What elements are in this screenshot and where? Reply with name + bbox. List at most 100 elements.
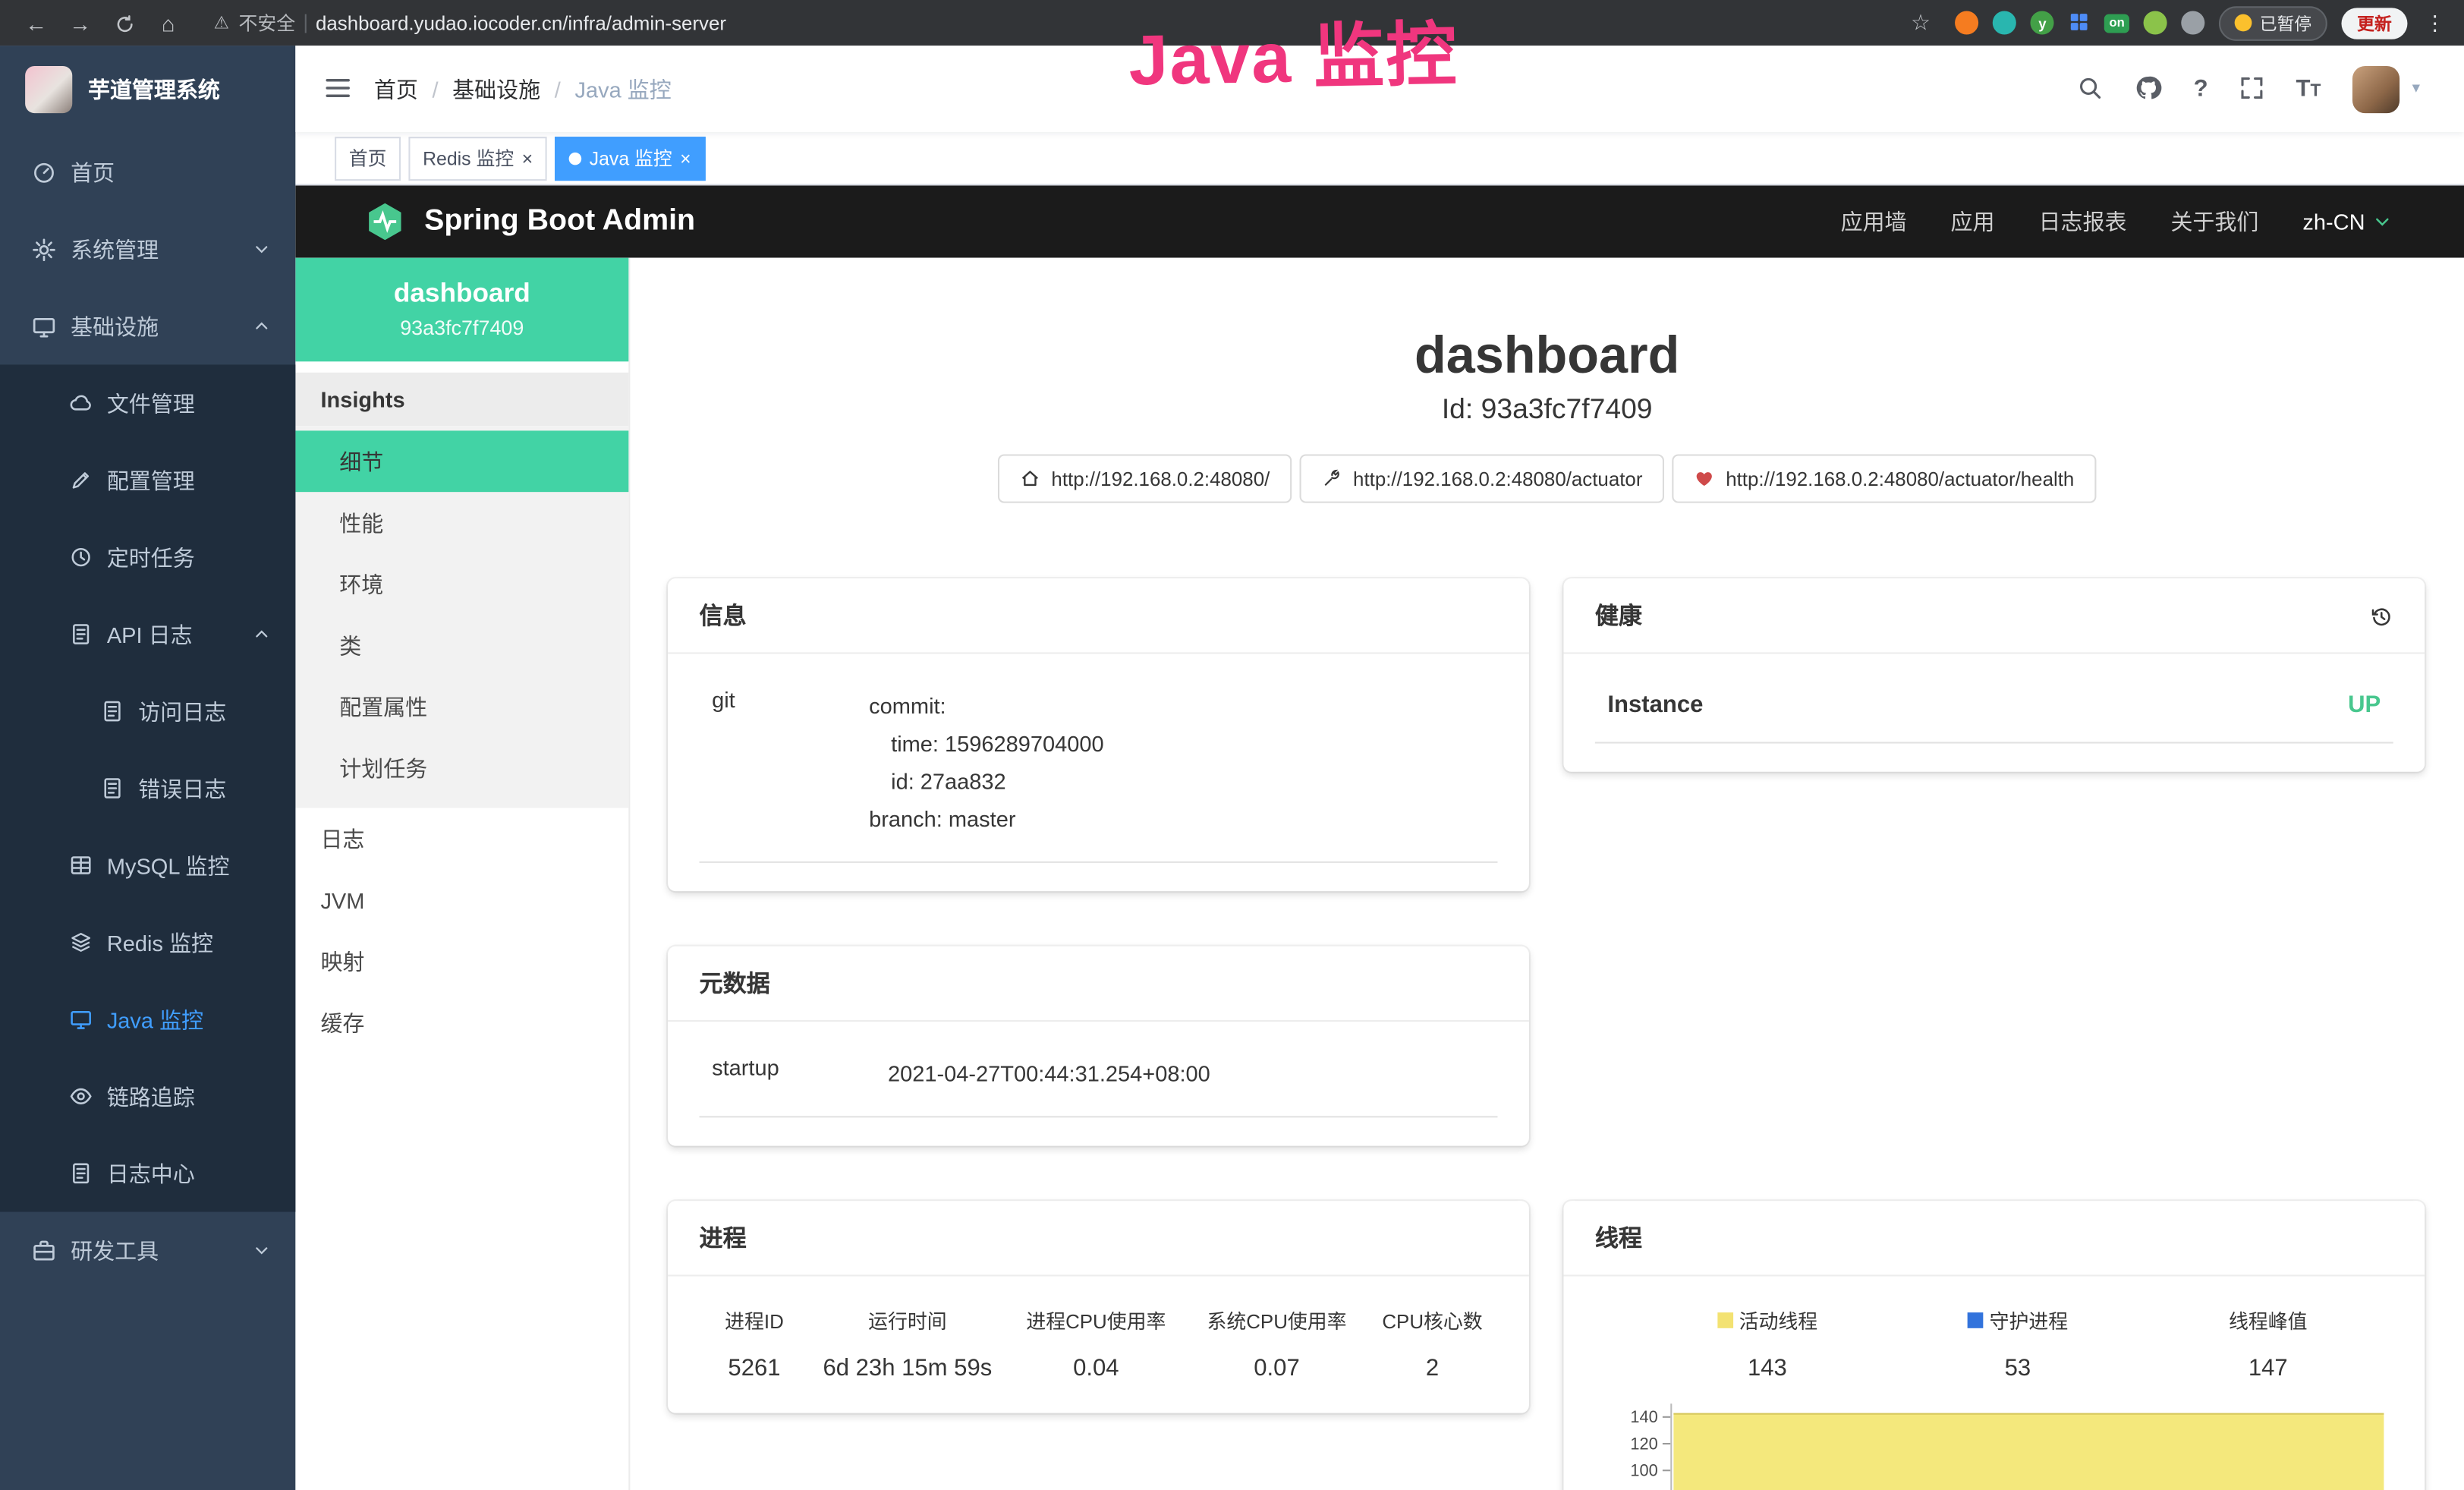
sidebar-item-tracing[interactable]: 链路追踪	[0, 1058, 295, 1135]
metadata-value: 2021-04-27T00:44:31.254+08:00	[888, 1055, 1485, 1093]
spring-boot-admin: Spring Boot Admin 应用墙 应用 日志报表 关于我们 zh-CN	[295, 185, 2464, 1490]
search-icon[interactable]	[2077, 74, 2102, 102]
instance-header: dashboard 93a3fc7f7409	[295, 258, 628, 362]
page-title: dashboard	[630, 324, 2464, 387]
service-url-button[interactable]: http://192.168.0.2:48080/	[998, 454, 1292, 502]
sidebar-item-label: 基础设施	[71, 310, 159, 342]
threads-card: 线程 活动线程 143 守护进程	[1563, 1201, 2425, 1490]
sba-logo-icon	[364, 201, 405, 242]
browser-toolbar: ← → ⌂ ⚠ 不安全 dashboard.yudao.iocoder.cn/i…	[0, 0, 2464, 46]
sidebar-item-config-mgmt[interactable]: 配置管理	[0, 442, 295, 518]
sidebar-item-java-monitor[interactable]: Java 监控	[0, 981, 295, 1057]
sba-item-config-props[interactable]: 配置属性	[295, 676, 628, 737]
sba-item-jvm[interactable]: JVM	[295, 869, 628, 931]
github-icon[interactable]	[2134, 74, 2162, 103]
instance-id: 93a3fc7f7409	[311, 316, 613, 339]
peak-threads-value: 147	[2143, 1355, 2393, 1381]
address-bar[interactable]: ⚠ 不安全 dashboard.yudao.iocoder.cn/infra/a…	[214, 9, 1897, 36]
tags-view-bar: 首页 Redis 监控 × Java 监控 ×	[295, 132, 2464, 185]
forward-icon[interactable]: →	[60, 10, 101, 35]
active-tab-dot	[569, 152, 582, 165]
sidebar-item-label: 研发工具	[71, 1235, 159, 1266]
sba-nav-journal[interactable]: 日志报表	[2038, 206, 2126, 237]
grid-extension-icon[interactable]	[2069, 8, 2091, 36]
smiley-icon	[2235, 14, 2252, 32]
sidebar-item-system-mgmt[interactable]: 系统管理	[0, 210, 295, 287]
breadcrumb-infrastructure[interactable]: 基础设施	[452, 73, 540, 104]
health-card: 健康 Instance UP	[1563, 578, 2425, 772]
chevron-up-icon	[253, 625, 270, 643]
sba-item-environment[interactable]: 环境	[295, 553, 628, 615]
back-icon[interactable]: ←	[16, 10, 57, 35]
paused-badge[interactable]: 已暂停	[2219, 5, 2327, 40]
uptime-value: 6d 23h 15m 59s	[809, 1355, 1005, 1381]
app-logo[interactable]: 芋道管理系统	[0, 46, 295, 134]
toggle-on-extension-icon[interactable]: on	[2104, 14, 2129, 33]
browser-home-icon[interactable]: ⌂	[148, 10, 189, 35]
close-icon[interactable]: ×	[522, 147, 533, 169]
language-selector[interactable]: zh-CN	[2302, 209, 2391, 234]
sidebar-item-access-logs[interactable]: 访问日志	[0, 673, 295, 749]
tab-java-monitor[interactable]: Java 监控 ×	[555, 136, 705, 180]
sidebar-item-mysql-monitor[interactable]: MySQL 监控	[0, 827, 295, 903]
sba-nav-about[interactable]: 关于我们	[2170, 206, 2258, 237]
tab-redis-monitor[interactable]: Redis 监控 ×	[408, 136, 546, 180]
sba-item-beans[interactable]: 类	[295, 615, 628, 676]
update-button[interactable]: 更新	[2341, 7, 2407, 38]
wrench-icon	[1322, 468, 1342, 489]
health-url-button[interactable]: http://192.168.0.2:48080/actuator/health	[1673, 454, 2097, 502]
user-avatar[interactable]	[2352, 65, 2399, 112]
sidebar-item-infrastructure[interactable]: 基础设施	[0, 288, 295, 364]
sidebar-item-log-center[interactable]: 日志中心	[0, 1135, 295, 1211]
avatar-caret-icon[interactable]: ▾	[2412, 80, 2420, 98]
lion-extension-icon[interactable]	[1956, 11, 1979, 34]
monitor-icon	[31, 313, 56, 339]
bookmark-star-icon[interactable]: ☆	[1900, 9, 1941, 36]
tab-home[interactable]: 首页	[335, 136, 401, 180]
drop-extension-icon[interactable]	[1993, 11, 2016, 34]
sidebar-item-home[interactable]: 首页	[0, 134, 295, 210]
process-col-header: 运行时间	[809, 1305, 1005, 1334]
breadcrumb-separator: /	[555, 76, 561, 101]
address-divider	[305, 14, 307, 33]
breadcrumb-home[interactable]: 首页	[374, 73, 418, 104]
sba-item-metrics[interactable]: 性能	[295, 492, 628, 553]
sba-item-details[interactable]: 细节	[295, 430, 628, 492]
reload-icon[interactable]	[104, 10, 145, 35]
actuator-url: http://192.168.0.2:48080/actuator	[1353, 468, 1642, 490]
sba-item-logs[interactable]: 日志	[295, 808, 628, 869]
sidebar-item-api-logs[interactable]: API 日志	[0, 596, 295, 673]
tab-label: Java 监控	[590, 145, 672, 172]
puzzle-extension-icon[interactable]	[2181, 11, 2204, 34]
sba-item-caches[interactable]: 缓存	[295, 992, 628, 1054]
actuator-url-button[interactable]: http://192.168.0.2:48080/actuator	[1300, 454, 1665, 502]
service-url: http://192.168.0.2:48080/	[1051, 468, 1270, 490]
sba-item-mappings[interactable]: 映射	[295, 931, 628, 992]
daemon-threads-swatch	[1968, 1312, 1984, 1328]
sidebar-item-error-logs[interactable]: 错误日志	[0, 750, 295, 827]
fullscreen-icon[interactable]	[2239, 74, 2264, 102]
history-icon[interactable]	[2370, 602, 2393, 628]
sidebar-item-dev-tools[interactable]: 研发工具	[0, 1212, 295, 1289]
tab-label: 首页	[349, 145, 387, 172]
sidebar-item-label: 访问日志	[138, 695, 226, 726]
sidebar-item-scheduled-jobs[interactable]: 定时任务	[0, 518, 295, 595]
sidebar-item-file-mgmt[interactable]: 文件管理	[0, 364, 295, 441]
browser-menu-icon[interactable]: ⋮	[2422, 10, 2448, 35]
sba-nav-applications[interactable]: 应用	[1951, 206, 1995, 237]
font-size-icon[interactable]: TT	[2296, 74, 2321, 102]
help-icon[interactable]: ?	[2194, 75, 2208, 102]
chart-y-axis: 140 120 100	[1595, 1403, 1670, 1490]
sba-nav-wallboard[interactable]: 应用墙	[1841, 206, 1907, 237]
y-extension-icon[interactable]: y	[2031, 11, 2054, 34]
card-title: 健康	[1595, 599, 1642, 632]
sba-header: Spring Boot Admin 应用墙 应用 日志报表 关于我们 zh-CN	[295, 185, 2464, 257]
sidebar-item-redis-monitor[interactable]: Redis 监控	[0, 904, 295, 981]
sba-item-scheduled-tasks[interactable]: 计划任务	[295, 737, 628, 799]
git-commit-line: commit:	[869, 687, 1485, 725]
app-menu: 首页 系统管理 基础设施 文件管理	[0, 134, 295, 1289]
close-icon[interactable]: ×	[680, 147, 691, 169]
hamburger-icon[interactable]	[295, 74, 374, 103]
process-card: 进程 进程ID 5261 运行时间	[668, 1201, 1529, 1413]
leaf-extension-icon[interactable]	[2144, 11, 2167, 34]
